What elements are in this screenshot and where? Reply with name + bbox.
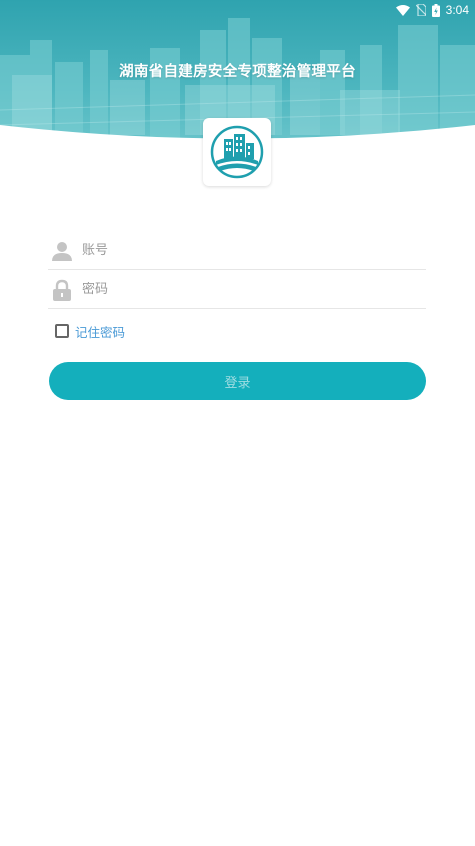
login-screen: 3:04 湖南省自建房安全专项整治管理平台 账号 记住密码 登录 <box>0 0 475 846</box>
status-bar: 3:04 <box>0 0 475 20</box>
account-input[interactable] <box>82 243 382 258</box>
account-field <box>48 232 426 270</box>
remember-password[interactable]: 记住密码 <box>55 322 125 340</box>
page-title: 湖南省自建房安全专项整治管理平台 <box>119 64 356 80</box>
status-time: 3:04 <box>445 3 469 17</box>
battery-charging-icon <box>431 3 440 17</box>
login-button[interactable]: 登录 <box>49 362 426 400</box>
lock-icon <box>50 278 74 302</box>
app-logo <box>203 118 271 186</box>
password-field <box>48 271 426 309</box>
user-icon <box>50 239 74 263</box>
password-input[interactable] <box>82 282 382 297</box>
wifi-icon <box>395 4 410 16</box>
remember-label[interactable]: 记住密码 <box>75 322 125 341</box>
building-logo-icon <box>210 125 264 179</box>
remember-checkbox[interactable] <box>55 324 69 338</box>
no-sim-icon <box>415 4 426 16</box>
